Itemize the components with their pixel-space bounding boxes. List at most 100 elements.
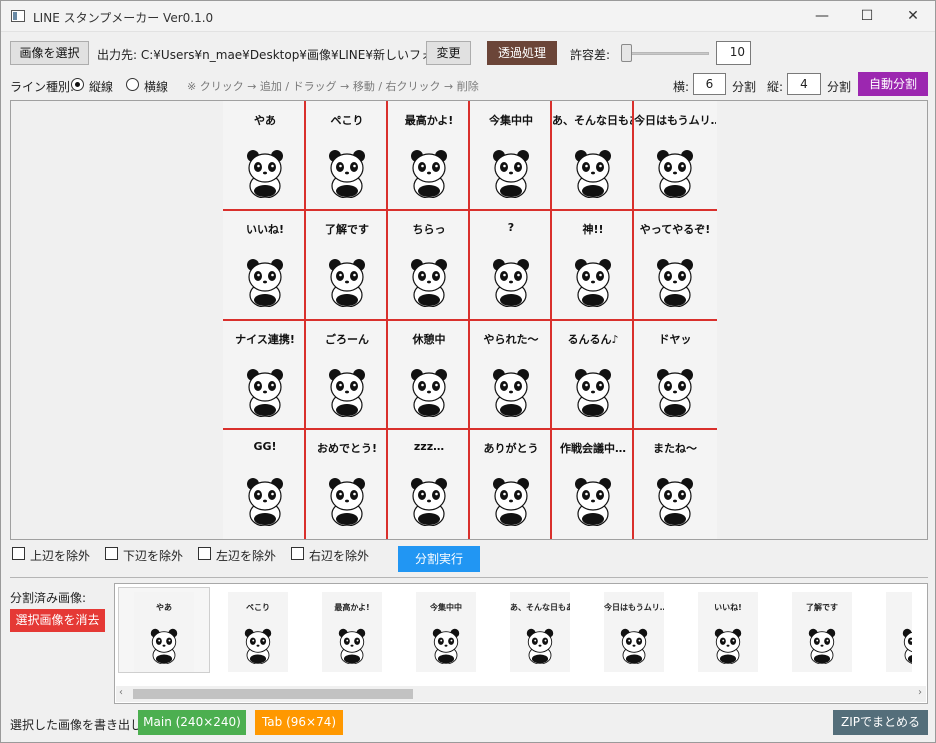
image-canvas[interactable]: やあ ペこり 最高かよ! 今集中中 あ、そんな日もある今日はもうムリ… いいね! 了解です ち… [10, 100, 928, 540]
sticker-caption: 最高かよ! [404, 114, 454, 127]
thumbnail-caption: 了解です [806, 603, 838, 612]
thumbnail-caption: ペこり [246, 603, 270, 612]
panda-illustration [411, 478, 447, 526]
panda-illustration [329, 478, 365, 526]
panda-illustration [493, 478, 529, 526]
line-type-label: ライン種別: [10, 80, 75, 94]
thumbnail-item[interactable]: 最高かよ! [322, 592, 382, 672]
scrollbar-thumb[interactable] [133, 689, 413, 699]
app-window: LINE スタンプメーカー Ver0.1.0 — ☐ ✕ 画像を選択 出力先: … [0, 0, 936, 743]
thumbnail-item[interactable]: やあ [134, 592, 194, 672]
rows-unit: 分割 [827, 80, 852, 94]
thumbnail-item[interactable]: 今集中中 [416, 592, 476, 672]
thumbnail-item[interactable]: ペこり [228, 592, 288, 672]
zip-button[interactable]: ZIPでまとめる [833, 710, 928, 735]
split-line-horizontal[interactable] [223, 428, 717, 430]
change-output-button[interactable]: 変更 [426, 41, 471, 65]
cols-input[interactable]: 6 [693, 73, 726, 95]
exclude-left-label: 左辺を除外 [216, 549, 277, 563]
maximize-button[interactable]: ☐ [844, 1, 890, 32]
window-title: LINE スタンプメーカー Ver0.1.0 [33, 11, 214, 25]
exclude-left-checkbox[interactable] [198, 547, 211, 560]
sticker-caption: あ、そんな日もある [552, 114, 634, 127]
tolerance-input[interactable]: 10 [716, 41, 751, 65]
sticker-caption: るんるん♪ [567, 333, 619, 346]
scroll-right-icon[interactable]: › [918, 687, 922, 698]
auto-split-button[interactable]: 自動分割 [858, 72, 928, 96]
sticker-caption: ナイス連携! [235, 333, 295, 346]
split-images-label: 分割済み画像: [10, 591, 87, 605]
panda-illustration [493, 369, 529, 417]
panda-illustration [244, 628, 272, 664]
exclude-right-label: 右辺を除外 [309, 549, 370, 563]
split-line-horizontal[interactable] [223, 319, 717, 321]
sticker-cell: 作戦会議中… [552, 430, 634, 539]
app-icon [11, 10, 25, 22]
sticker-cell: またね〜 [634, 430, 716, 539]
sticker-caption: やられた〜 [483, 333, 539, 346]
sticker-caption: ペこり [330, 114, 364, 127]
sticker-cell: 休憩中 [388, 321, 470, 430]
panda-illustration [247, 369, 283, 417]
panda-illustration [526, 628, 554, 664]
sticker-cell: おめでとう! [306, 430, 388, 539]
panda-illustration [575, 259, 611, 307]
thumbnail-item[interactable]: あ、そんな日もある [510, 592, 570, 672]
export-tab-button[interactable]: Tab (96×74) [255, 710, 343, 735]
exclude-top-checkbox[interactable] [12, 547, 25, 560]
sticker-caption: ごろーん [325, 333, 369, 346]
sticker-cell: やってやるぞ! [634, 211, 716, 320]
exclude-top-label: 上辺を除外 [30, 549, 91, 563]
panda-illustration [575, 369, 611, 417]
panda-illustration [338, 628, 366, 664]
sticker-caption: やあ [254, 114, 276, 127]
sticker-cell: 今集中中 [470, 102, 552, 211]
rows-input[interactable]: 4 [787, 73, 821, 95]
split-run-button[interactable]: 分割実行 [398, 546, 480, 572]
close-button[interactable]: ✕ [890, 1, 936, 32]
thumbnail-item[interactable]: 了解です [792, 592, 852, 672]
sticker-caption: やってやるぞ! [639, 223, 711, 236]
transparency-button[interactable]: 透過処理 [487, 41, 557, 65]
panda-illustration [620, 628, 648, 664]
export-main-button[interactable]: Main (240×240) [138, 710, 246, 735]
thumbnail-scrollbar[interactable]: ‹ › [116, 686, 926, 702]
panda-illustration [247, 150, 283, 198]
scroll-left-icon[interactable]: ‹ [119, 687, 123, 698]
horizontal-line-radio[interactable] [126, 78, 139, 91]
select-image-button[interactable]: 画像を選択 [10, 41, 89, 65]
exclude-right-checkbox[interactable] [291, 547, 304, 560]
thumbnail-strip[interactable]: やあペこり最高かよ!今集中中あ、そんな日もある今日はもうムリ…いいね!了解です … [114, 583, 928, 704]
sticker-caption: GG! [253, 440, 277, 453]
thumbnail-item[interactable] [886, 592, 912, 672]
exclude-bottom-checkbox[interactable] [105, 547, 118, 560]
thumbnail-caption: いいね! [714, 603, 742, 612]
tolerance-slider-track[interactable] [621, 52, 709, 55]
sticker-caption: おめでとう! [316, 442, 378, 455]
sticker-caption: またね〜 [653, 442, 697, 455]
minimize-button[interactable]: — [799, 1, 845, 32]
sticker-sheet: やあ ペこり 最高かよ! 今集中中 あ、そんな日もある今日はもうムリ… いいね! 了解です ち… [223, 101, 717, 539]
sticker-cell: ちらっ [388, 211, 470, 320]
thumbnail-item[interactable]: 今日はもうムリ… [604, 592, 664, 672]
cols-label: 横: [673, 80, 690, 94]
sticker-caption: 作戦会議中… [560, 442, 626, 455]
panda-illustration [657, 478, 693, 526]
sticker-caption: ありがとう [483, 442, 539, 455]
split-line-horizontal[interactable] [223, 209, 717, 211]
delete-selected-button[interactable]: 選択画像を消去 [10, 609, 105, 632]
panda-illustration [657, 150, 693, 198]
exclude-bottom-label: 下辺を除外 [123, 549, 184, 563]
panda-illustration [902, 628, 912, 664]
thumbnail-caption: あ、そんな日もある [510, 603, 570, 612]
thumbnail-caption: 最高かよ! [334, 603, 370, 612]
thumbnail-item[interactable]: いいね! [698, 592, 758, 672]
panda-illustration [657, 259, 693, 307]
tolerance-slider-handle[interactable] [621, 44, 632, 62]
vertical-line-radio[interactable] [71, 78, 84, 91]
sticker-cell: zzz… [388, 430, 470, 539]
panda-illustration [150, 628, 178, 664]
panda-illustration [493, 150, 529, 198]
sticker-cell: あ、そんな日もある [552, 102, 634, 211]
sticker-cell: 今日はもうムリ… [634, 102, 716, 211]
